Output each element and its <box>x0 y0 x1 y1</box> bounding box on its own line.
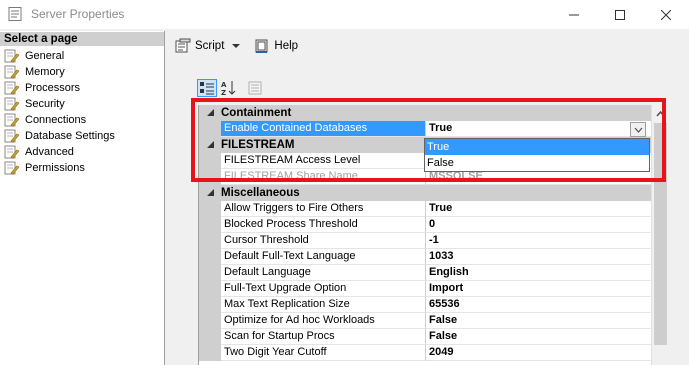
property-value[interactable]: Import <box>426 281 651 297</box>
alphabetical-sort-icon: A Z <box>221 81 236 96</box>
page-item-general[interactable]: General <box>0 48 164 64</box>
page-item-processors[interactable]: Processors <box>0 80 164 96</box>
minimize-button[interactable] <box>551 0 597 29</box>
category-misc[interactable]: Miscellaneous <box>199 185 651 201</box>
wrench-page-icon <box>4 97 20 111</box>
title-bar: Server Properties <box>0 0 689 29</box>
help-icon <box>255 39 268 53</box>
property-name: Allow Triggers to Fire Others <box>221 201 426 217</box>
close-button[interactable] <box>643 0 689 29</box>
chevron-down-icon[interactable] <box>230 40 242 52</box>
property-pages-button <box>245 79 265 97</box>
property-name: Optimize for Ad hoc Workloads <box>221 313 426 329</box>
row-gutter <box>199 345 221 361</box>
property-row[interactable]: Full-Text Upgrade Option Import <box>199 281 651 297</box>
script-button[interactable]: Script <box>175 38 246 54</box>
property-row[interactable]: Scan for Startup Procs False <box>199 329 651 345</box>
property-row[interactable]: Allow Triggers to Fire Others True <box>199 201 651 217</box>
categorized-icon <box>200 82 214 95</box>
row-gutter <box>199 329 221 345</box>
property-value[interactable]: 1033 <box>426 249 651 265</box>
highlight-box <box>191 98 666 182</box>
page-item-database-settings[interactable]: Database Settings <box>0 128 164 144</box>
row-gutter <box>199 281 221 297</box>
property-value[interactable]: 2049 <box>426 345 651 361</box>
property-value[interactable]: -1 <box>426 233 651 249</box>
page-item-memory[interactable]: Memory <box>0 64 164 80</box>
svg-text:Z: Z <box>221 89 226 96</box>
page-item-label: Advanced <box>25 146 74 158</box>
property-name: Default Full-Text Language <box>221 249 426 265</box>
property-name: Blocked Process Threshold <box>221 217 426 233</box>
page-item-label: Database Settings <box>25 130 115 142</box>
page-item-label: Connections <box>25 114 87 126</box>
maximize-icon <box>615 9 625 20</box>
wrench-page-icon <box>4 145 20 159</box>
row-gutter <box>199 233 221 249</box>
page-item-label: Memory <box>25 66 65 78</box>
property-value[interactable]: English <box>426 265 651 281</box>
wrench-page-icon <box>4 129 20 143</box>
property-name: Max Text Replication Size <box>221 297 426 313</box>
page-selector-header: Select a page <box>0 32 164 46</box>
minimize-icon <box>569 14 579 15</box>
page-item-label: General <box>25 50 65 62</box>
category-toggle[interactable] <box>199 185 221 201</box>
row-gutter <box>199 265 221 281</box>
window-title: Server Properties <box>31 7 125 21</box>
row-gutter <box>199 249 221 265</box>
help-label: Help <box>274 40 299 52</box>
alphabetical-button[interactable]: A Z <box>219 79 239 97</box>
property-value[interactable]: False <box>426 313 651 329</box>
property-name: Scan for Startup Procs <box>221 329 426 345</box>
row-gutter <box>199 217 221 233</box>
page-selector-pane: Select a page General Memory Processors Sec… <box>0 31 165 365</box>
property-row[interactable]: Default Full-Text Language 1033 <box>199 249 651 265</box>
property-name: Default Language <box>221 265 426 281</box>
categorized-button[interactable] <box>197 79 217 97</box>
wrench-page-icon <box>4 113 20 127</box>
page-item-connections[interactable]: Connections <box>0 112 164 128</box>
property-value[interactable]: 0 <box>426 217 651 233</box>
page-item-advanced[interactable]: Advanced <box>0 144 164 160</box>
property-value[interactable]: True <box>426 201 651 217</box>
row-gutter <box>199 297 221 313</box>
property-value[interactable]: False <box>426 329 651 345</box>
row-gutter <box>199 201 221 217</box>
page-item-security[interactable]: Security <box>0 96 164 112</box>
page-item-label: Security <box>25 98 65 110</box>
page-item-label: Processors <box>25 82 81 94</box>
property-value[interactable]: 65536 <box>426 297 651 313</box>
property-name: Two Digit Year Cutoff <box>221 345 426 361</box>
property-row[interactable]: Blocked Process Threshold 0 <box>199 217 651 233</box>
property-name: Cursor Threshold <box>221 233 426 249</box>
property-grid-toolbar: A Z <box>197 78 265 98</box>
page-item-label: Permissions <box>25 162 85 174</box>
wrench-page-icon <box>4 161 20 175</box>
toolbar: Script Help <box>175 36 298 56</box>
property-row[interactable]: Default Language English <box>199 265 651 281</box>
collapse-icon[interactable] <box>206 188 215 198</box>
page-list: General Memory Processors Security Connectio… <box>0 46 164 176</box>
property-pages-icon <box>248 81 262 95</box>
wrench-page-icon <box>4 81 20 95</box>
wrench-page-icon <box>4 49 20 63</box>
close-icon <box>661 9 671 20</box>
page-item-permissions[interactable]: Permissions <box>0 160 164 176</box>
help-button[interactable]: Help <box>254 38 298 54</box>
wrench-page-icon <box>4 65 20 79</box>
property-row[interactable]: Two Digit Year Cutoff 2049 <box>199 345 651 361</box>
script-label: Script <box>195 40 225 52</box>
svg-text:A: A <box>221 81 227 89</box>
script-icon <box>175 38 191 53</box>
row-gutter <box>199 313 221 329</box>
property-row[interactable]: Optimize for Ad hoc Workloads False <box>199 313 651 329</box>
maximize-button[interactable] <box>597 0 643 29</box>
property-row[interactable]: Cursor Threshold -1 <box>199 233 651 249</box>
category-name: Miscellaneous <box>221 187 300 199</box>
server-properties-icon <box>8 7 22 21</box>
property-row[interactable]: Max Text Replication Size 65536 <box>199 297 651 313</box>
property-name: Full-Text Upgrade Option <box>221 281 426 297</box>
